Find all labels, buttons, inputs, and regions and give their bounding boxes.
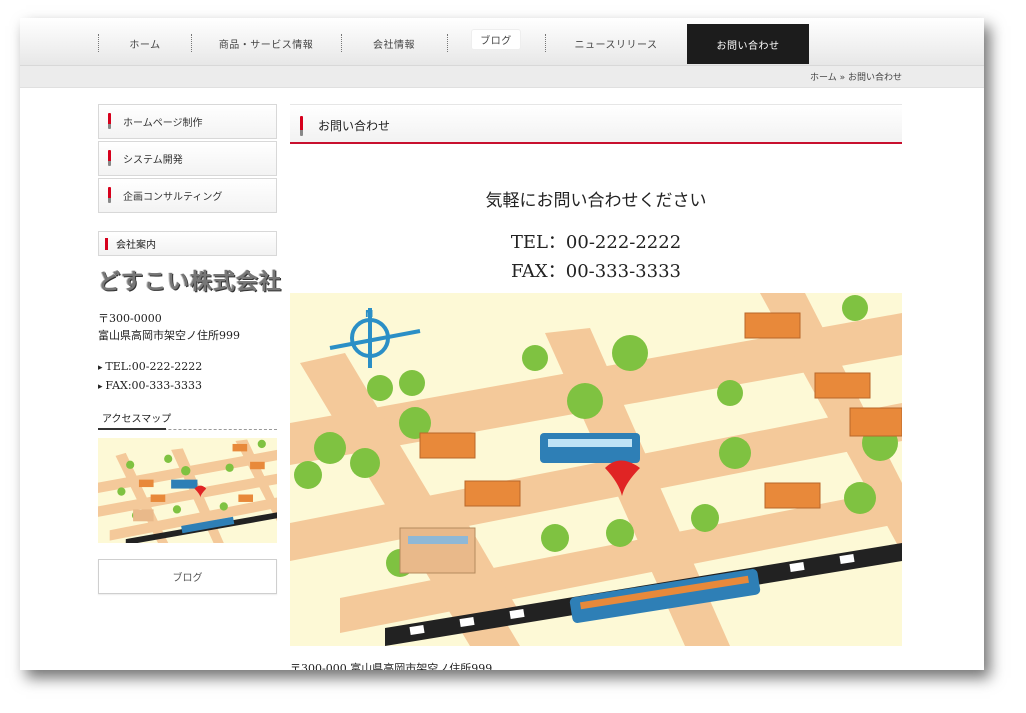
sidebar-item-system-dev[interactable]: システム開発 bbox=[98, 141, 277, 176]
sidebar-address: 〒300-0000 富山県高岡市架空ノ住所999 bbox=[98, 310, 240, 344]
company-logo-text: どすこい株式会社 bbox=[98, 270, 283, 295]
nav-item-home[interactable]: ホーム bbox=[99, 24, 191, 63]
sidebar-blog-button[interactable]: ブログ bbox=[98, 559, 277, 594]
red-marker-icon bbox=[300, 116, 303, 136]
breadcrumb: ホーム » お問い合わせ bbox=[810, 70, 902, 83]
contact-lead-text: 気軽にお問い合わせください bbox=[485, 191, 707, 211]
access-map-thumbnail[interactable] bbox=[98, 438, 277, 543]
sidebar-tel: TEL:00-222-2222 bbox=[98, 358, 202, 377]
breadcrumb-bar: ホーム » お問い合わせ bbox=[20, 66, 984, 88]
page-title: お問い合わせ bbox=[290, 104, 902, 144]
contact-fax: FAX：00-333-3333 bbox=[511, 261, 681, 282]
page-frame: ホーム 商品・サービス情報 会社情報 ブログ ニュースリリース お問い合わせ ホ… bbox=[20, 18, 984, 670]
access-map-title: アクセスマップ bbox=[98, 408, 277, 430]
nav-item-blog[interactable]: ブログ bbox=[448, 20, 544, 59]
map-illustration: N bbox=[290, 293, 902, 646]
red-marker-icon bbox=[108, 187, 111, 203]
sidebar-fax: FAX:00-333-3333 bbox=[98, 377, 202, 396]
nav-item-news[interactable]: ニュースリリース bbox=[546, 24, 686, 63]
red-marker-icon bbox=[105, 238, 108, 250]
red-marker-icon bbox=[108, 150, 111, 166]
breadcrumb-home-link[interactable]: ホーム bbox=[810, 73, 837, 83]
map-illustration-small bbox=[98, 438, 277, 543]
global-nav: ホーム 商品・サービス情報 会社情報 ブログ ニュースリリース お問い合わせ bbox=[20, 18, 984, 66]
red-marker-icon bbox=[108, 113, 111, 129]
access-map-image: N bbox=[290, 293, 902, 646]
sidebar-menu: ホームページ制作 システム開発 企画コンサルティング bbox=[98, 104, 277, 215]
contact-tel: TEL：00-222-2222 bbox=[510, 232, 682, 253]
company-section-title: 会社案内 bbox=[98, 231, 277, 256]
sidebar-contact-list: TEL:00-222-2222 FAX:00-333-3333 bbox=[98, 358, 202, 396]
title-underline bbox=[98, 428, 166, 430]
nav-item-products[interactable]: 商品・サービス情報 bbox=[192, 24, 340, 63]
address-line: 富山県高岡市架空ノ住所999 bbox=[98, 329, 240, 342]
sidebar-item-consulting[interactable]: 企画コンサルティング bbox=[98, 178, 277, 213]
breadcrumb-separator: » bbox=[839, 73, 846, 83]
svg-text:N: N bbox=[365, 309, 373, 320]
breadcrumb-current: お問い合わせ bbox=[847, 73, 902, 83]
nav-item-contact[interactable]: お問い合わせ bbox=[687, 24, 809, 64]
postal-code: 〒300-0000 bbox=[98, 312, 162, 325]
main-footer-address: 〒300-000 富山県高岡市架空ノ住所999 bbox=[290, 662, 493, 670]
sidebar-item-web-production[interactable]: ホームページ制作 bbox=[98, 104, 277, 139]
nav-item-company[interactable]: 会社情報 bbox=[342, 24, 446, 63]
